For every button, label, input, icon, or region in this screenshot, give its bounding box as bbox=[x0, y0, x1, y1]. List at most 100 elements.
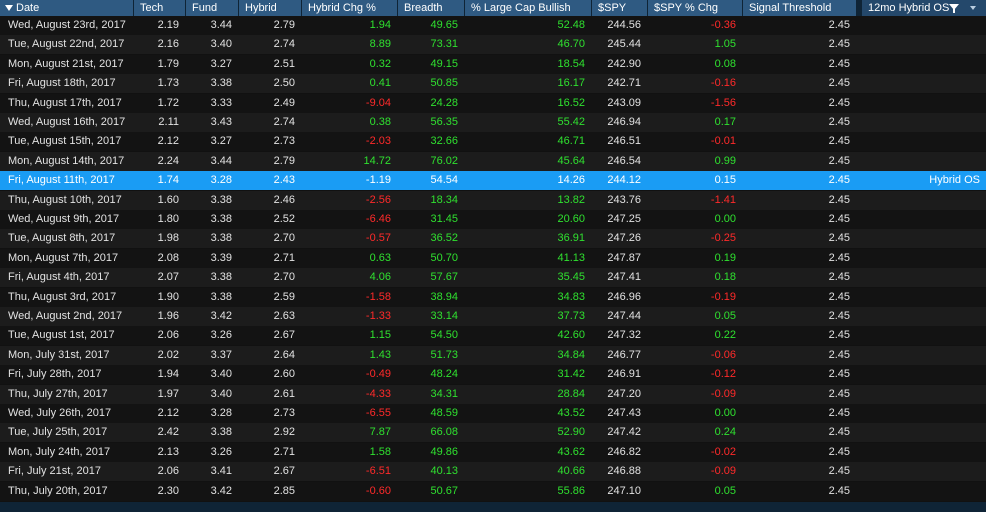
cell-fund[interactable]: 3.42 bbox=[186, 307, 238, 326]
cell-spy[interactable]: 247.87 bbox=[592, 249, 647, 268]
cell-spy-chg[interactable]: 0.00 bbox=[648, 210, 742, 229]
cell-hybrid-os[interactable] bbox=[862, 132, 986, 151]
column-header-large-cap-bullish[interactable]: % Large Cap Bullish bbox=[465, 0, 591, 16]
cell-hybrid-chg[interactable]: -1.19 bbox=[302, 171, 397, 190]
cell-hybrid-chg[interactable]: 1.94 bbox=[302, 16, 397, 35]
cell-breadth[interactable]: 50.85 bbox=[398, 74, 464, 93]
cell-fund[interactable]: 3.38 bbox=[186, 191, 238, 210]
column-header-spy-chg[interactable]: $SPY % Chg bbox=[648, 0, 742, 16]
cell-signal-threshold[interactable]: 2.45 bbox=[743, 16, 856, 35]
cell-breadth[interactable]: 48.59 bbox=[398, 404, 464, 423]
cell-tech[interactable]: 1.98 bbox=[134, 229, 185, 248]
cell-tech[interactable]: 1.80 bbox=[134, 210, 185, 229]
cell-large-cap-bullish[interactable]: 46.71 bbox=[465, 132, 591, 151]
cell-hybrid-chg[interactable]: -0.60 bbox=[302, 482, 397, 501]
cell-tech[interactable]: 1.96 bbox=[134, 307, 185, 326]
cell-signal-threshold[interactable]: 2.45 bbox=[743, 55, 856, 74]
cell-spy[interactable]: 247.10 bbox=[592, 482, 647, 501]
cell-large-cap-bullish[interactable]: 52.90 bbox=[465, 423, 591, 442]
cell-tech[interactable]: 1.72 bbox=[134, 94, 185, 113]
cell-large-cap-bullish[interactable]: 37.73 bbox=[465, 307, 591, 326]
cell-spy-chg[interactable]: -0.25 bbox=[648, 229, 742, 248]
cell-date[interactable]: Mon, August 7th, 2017 bbox=[0, 249, 133, 268]
cell-spy[interactable]: 247.25 bbox=[592, 210, 647, 229]
cell-hybrid-chg[interactable]: 14.72 bbox=[302, 152, 397, 171]
cell-spy-chg[interactable]: -0.06 bbox=[648, 346, 742, 365]
cell-signal-threshold[interactable]: 2.45 bbox=[743, 171, 856, 190]
cell-spy[interactable]: 242.71 bbox=[592, 74, 647, 93]
cell-date[interactable]: Wed, August 9th, 2017 bbox=[0, 210, 133, 229]
cell-fund[interactable]: 3.28 bbox=[186, 404, 238, 423]
cell-fund[interactable]: 3.27 bbox=[186, 55, 238, 74]
cell-tech[interactable]: 2.06 bbox=[134, 326, 185, 345]
cell-signal-threshold[interactable]: 2.45 bbox=[743, 346, 856, 365]
table-row[interactable]: Fri, August 4th, 2017 2.07 3.38 2.70 4.06 57.… bbox=[0, 268, 986, 288]
cell-tech[interactable]: 1.97 bbox=[134, 385, 185, 404]
cell-tech[interactable]: 1.74 bbox=[134, 171, 185, 190]
cell-signal-threshold[interactable]: 2.45 bbox=[743, 365, 856, 384]
cell-spy[interactable]: 246.77 bbox=[592, 346, 647, 365]
cell-fund[interactable]: 3.33 bbox=[186, 94, 238, 113]
cell-hybrid-chg[interactable]: -2.03 bbox=[302, 132, 397, 151]
cell-signal-threshold[interactable]: 2.45 bbox=[743, 74, 856, 93]
cell-hybrid[interactable]: 2.43 bbox=[239, 171, 301, 190]
cell-signal-threshold[interactable]: 2.45 bbox=[743, 210, 856, 229]
cell-tech[interactable]: 2.30 bbox=[134, 482, 185, 501]
cell-spy[interactable]: 246.91 bbox=[592, 365, 647, 384]
cell-spy-chg[interactable]: -0.16 bbox=[648, 74, 742, 93]
cell-hybrid-os[interactable] bbox=[862, 443, 986, 462]
sort-desc-icon[interactable] bbox=[5, 5, 13, 11]
cell-large-cap-bullish[interactable]: 40.66 bbox=[465, 462, 591, 481]
table-row[interactable]: Wed, August 2nd, 2017 1.96 3.42 2.63 -1.33 33… bbox=[0, 307, 986, 326]
cell-spy[interactable]: 243.76 bbox=[592, 191, 647, 210]
cell-hybrid-os[interactable] bbox=[862, 16, 986, 35]
cell-date[interactable]: Wed, August 23rd, 2017 bbox=[0, 16, 133, 35]
cell-fund[interactable]: 3.26 bbox=[186, 326, 238, 345]
cell-hybrid-chg[interactable]: 4.06 bbox=[302, 268, 397, 287]
cell-hybrid-chg[interactable]: 0.38 bbox=[302, 113, 397, 132]
cell-spy-chg[interactable]: 0.05 bbox=[648, 307, 742, 326]
cell-spy-chg[interactable]: -0.19 bbox=[648, 288, 742, 307]
cell-spy[interactable]: 246.96 bbox=[592, 288, 647, 307]
cell-hybrid[interactable]: 2.71 bbox=[239, 443, 301, 462]
cell-hybrid-os[interactable] bbox=[862, 307, 986, 326]
cell-date[interactable]: Fri, August 11th, 2017 bbox=[0, 171, 133, 190]
cell-signal-threshold[interactable]: 2.45 bbox=[743, 482, 856, 501]
cell-large-cap-bullish[interactable]: 55.42 bbox=[465, 113, 591, 132]
cell-spy-chg[interactable]: 0.05 bbox=[648, 482, 742, 501]
cell-hybrid-chg[interactable]: -6.46 bbox=[302, 210, 397, 229]
cell-hybrid-chg[interactable]: -9.04 bbox=[302, 94, 397, 113]
cell-hybrid-chg[interactable]: 0.41 bbox=[302, 74, 397, 93]
cell-breadth[interactable]: 66.08 bbox=[398, 423, 464, 442]
cell-date[interactable]: Wed, August 2nd, 2017 bbox=[0, 307, 133, 326]
cell-hybrid[interactable]: 2.79 bbox=[239, 16, 301, 35]
cell-hybrid[interactable]: 2.64 bbox=[239, 346, 301, 365]
cell-breadth[interactable]: 56.35 bbox=[398, 113, 464, 132]
cell-date[interactable]: Thu, August 3rd, 2017 bbox=[0, 288, 133, 307]
cell-breadth[interactable]: 24.28 bbox=[398, 94, 464, 113]
cell-spy[interactable]: 246.94 bbox=[592, 113, 647, 132]
cell-breadth[interactable]: 49.15 bbox=[398, 55, 464, 74]
cell-large-cap-bullish[interactable]: 14.26 bbox=[465, 171, 591, 190]
cell-tech[interactable]: 2.06 bbox=[134, 462, 185, 481]
table-row[interactable]: Fri, August 18th, 2017 1.73 3.38 2.50 0.41 50… bbox=[0, 74, 986, 94]
cell-date[interactable]: Tue, August 8th, 2017 bbox=[0, 229, 133, 248]
cell-signal-threshold[interactable]: 2.45 bbox=[743, 307, 856, 326]
horizontal-scrollbar[interactable] bbox=[0, 502, 986, 512]
cell-date[interactable]: Fri, July 28th, 2017 bbox=[0, 365, 133, 384]
cell-large-cap-bullish[interactable]: 46.70 bbox=[465, 35, 591, 54]
cell-hybrid-chg[interactable]: 7.87 bbox=[302, 423, 397, 442]
cell-spy-chg[interactable]: 0.22 bbox=[648, 326, 742, 345]
cell-breadth[interactable]: 34.31 bbox=[398, 385, 464, 404]
cell-breadth[interactable]: 76.02 bbox=[398, 152, 464, 171]
cell-hybrid[interactable]: 2.49 bbox=[239, 94, 301, 113]
cell-hybrid-chg[interactable]: -0.57 bbox=[302, 229, 397, 248]
cell-date[interactable]: Tue, July 25th, 2017 bbox=[0, 423, 133, 442]
cell-tech[interactable]: 1.60 bbox=[134, 191, 185, 210]
cell-hybrid-chg[interactable]: -1.58 bbox=[302, 288, 397, 307]
cell-hybrid-os[interactable] bbox=[862, 94, 986, 113]
cell-large-cap-bullish[interactable]: 42.60 bbox=[465, 326, 591, 345]
cell-spy-chg[interactable]: 0.99 bbox=[648, 152, 742, 171]
cell-spy-chg[interactable]: -0.01 bbox=[648, 132, 742, 151]
cell-large-cap-bullish[interactable]: 41.13 bbox=[465, 249, 591, 268]
